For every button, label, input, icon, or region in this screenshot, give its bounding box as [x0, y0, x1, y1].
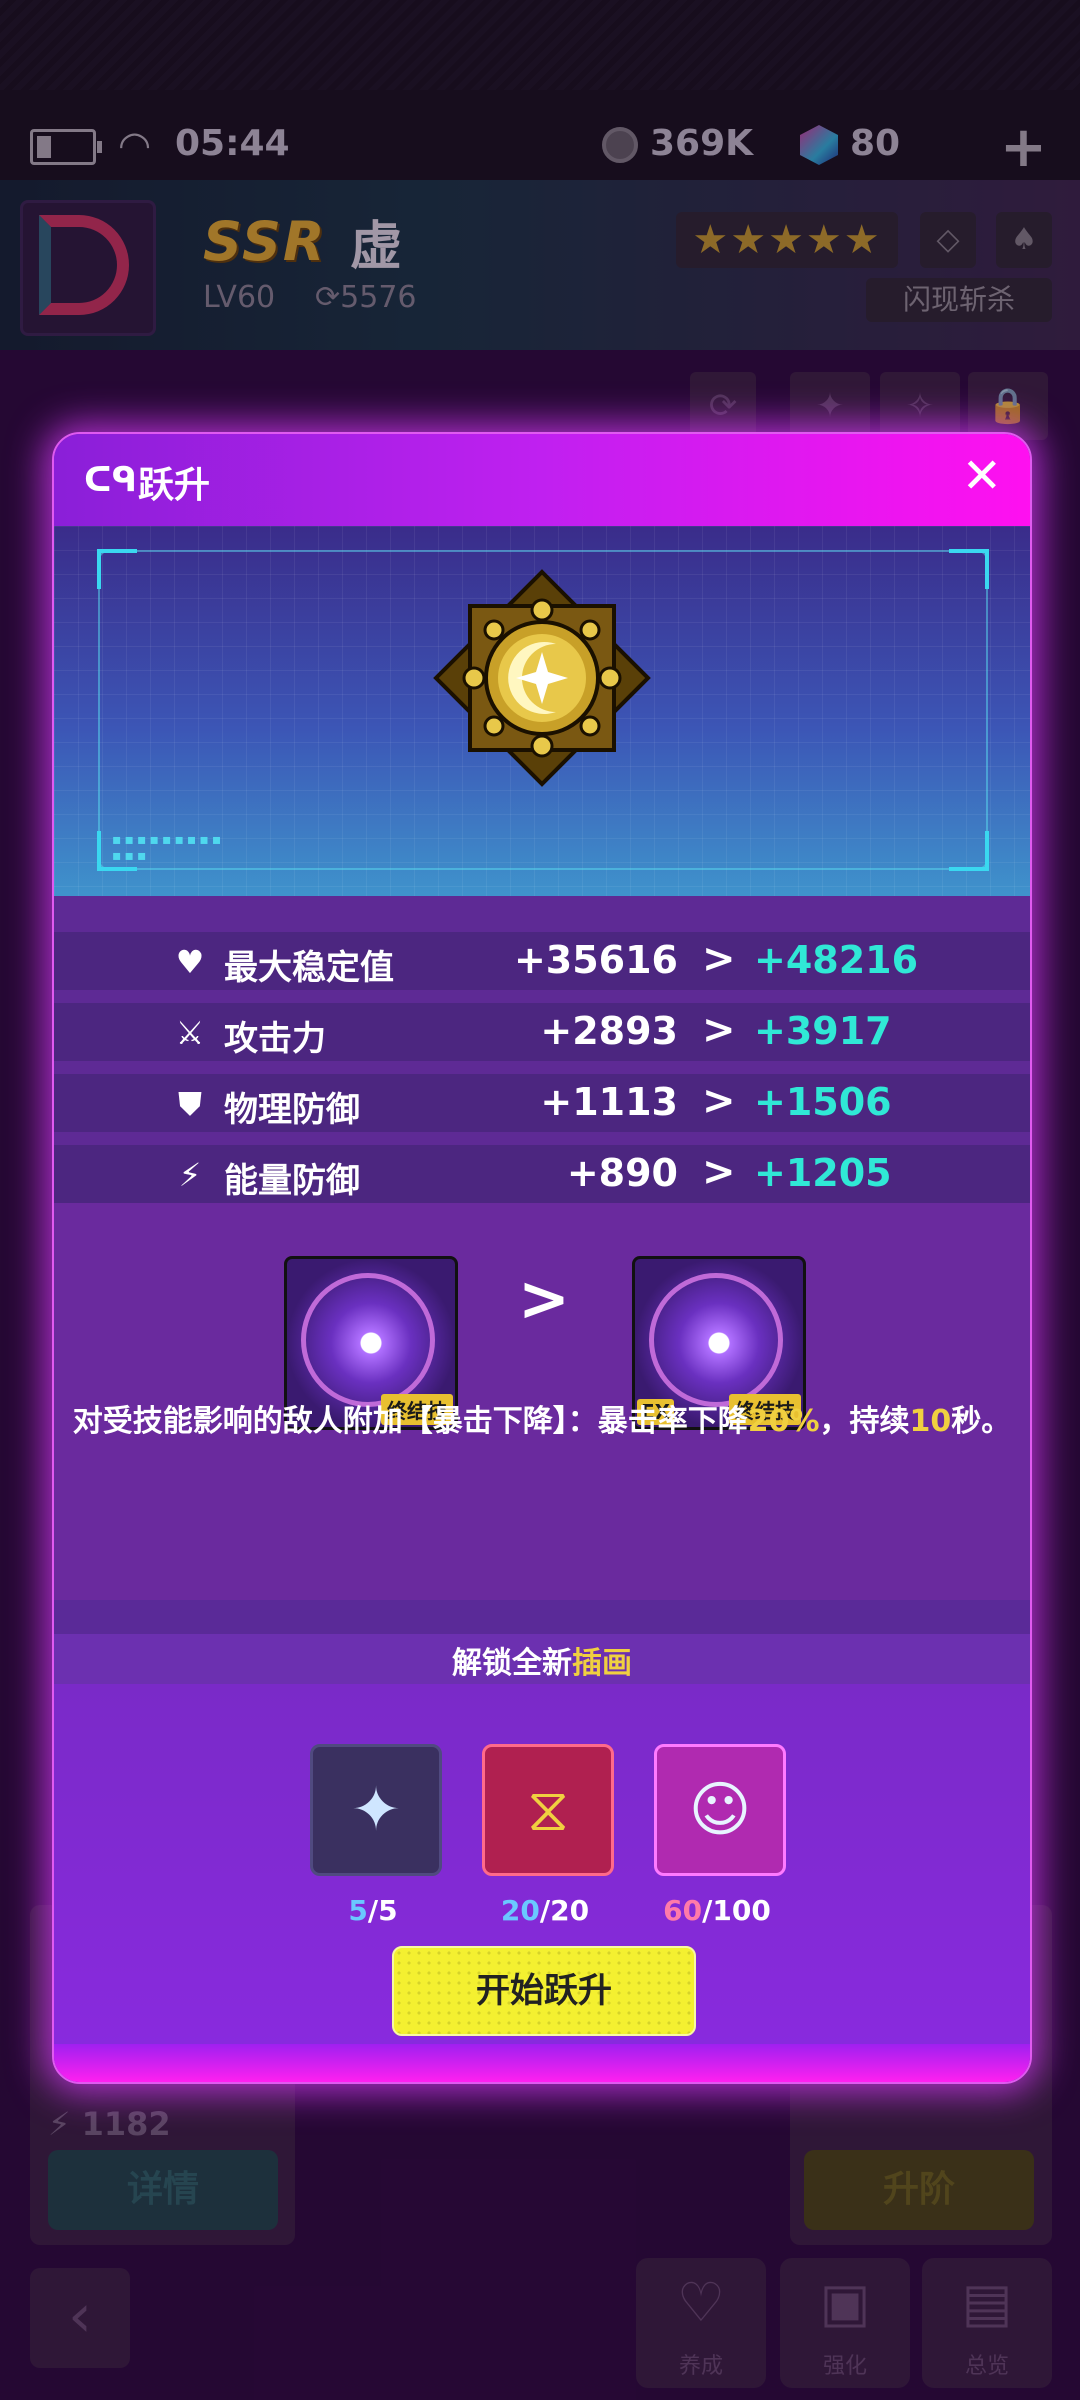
count-need: /100 — [702, 1894, 771, 1927]
crystal-core-icon: ⧖ — [526, 1775, 570, 1845]
skill-ring — [301, 1273, 435, 1407]
stat-new-value: +48216 — [754, 938, 919, 982]
modal-bottom-glow — [54, 2044, 1030, 2082]
unlock-prefix: 解锁全新 — [452, 1646, 572, 1681]
count-have: 20 — [500, 1894, 540, 1927]
material-count-1: 5/5 — [283, 1894, 463, 1927]
desc-text: 秒。 — [951, 1404, 1012, 1439]
count-need: /5 — [367, 1894, 398, 1927]
stat-old-value: +2893 — [540, 1009, 678, 1053]
stat-name: 能量防御 — [224, 1161, 360, 1201]
frame-corner — [97, 549, 137, 589]
portrait-chip-icon: ☺ — [688, 1775, 752, 1845]
sparkle-stone-icon: ✦ — [350, 1775, 402, 1845]
material-crystal-core[interactable]: ⧖ — [482, 1744, 614, 1876]
stat-new-value: +3917 — [754, 1009, 892, 1053]
shield-bolt-icon: ⚡ — [178, 1156, 202, 1194]
modal-title: 跃升 — [138, 465, 211, 506]
stat-arrow-icon: > — [702, 1007, 736, 1053]
material-sparkle-stone[interactable]: ✦ — [310, 1744, 442, 1876]
stat-new-value: +1205 — [754, 1151, 892, 1195]
heart-pulse-icon: ♥ — [175, 943, 205, 981]
unlock-highlight: 插画 — [572, 1646, 632, 1681]
sword-icon: ⚔ — [175, 1014, 205, 1052]
material-count-2: 20/20 — [455, 1894, 635, 1927]
stat-row-stability: ♥ 最大稳定值 +35616 > +48216 — [54, 932, 1030, 990]
ascension-emblem-icon — [433, 569, 651, 787]
stat-comparison: ♥ 最大稳定值 +35616 > +48216 ⚔ 攻击力 +2893 > +3… — [54, 896, 1030, 1203]
modal-header: ᑕᑫ 跃升 ✕ — [54, 434, 1030, 526]
stat-row-energy-def: ⚡ 能量防御 +890 > +1205 — [54, 1145, 1030, 1203]
start-ascend-button[interactable]: 开始跃升 — [392, 1946, 696, 2036]
ascend-modal: ᑕᑫ 跃升 ✕ ▪▪▪▪▪▪▪▪▪ ▪▪▪ ♥ 最大稳定值 +35616 > +… — [52, 432, 1032, 2084]
skill-ring — [649, 1273, 783, 1407]
unlock-illustration-text: 解锁全新插画 — [54, 1638, 1030, 1682]
stat-row-attack: ⚔ 攻击力 +2893 > +3917 — [54, 1003, 1030, 1061]
count-need: /20 — [539, 1894, 590, 1927]
stat-old-value: +890 — [566, 1151, 678, 1195]
skill-arrow-icon: > — [518, 1262, 570, 1335]
emblem-banner: ▪▪▪▪▪▪▪▪▪ ▪▪▪ — [54, 526, 1030, 896]
stat-name: 最大稳定值 — [224, 948, 394, 988]
stat-old-value: +35616 — [513, 938, 678, 982]
frame-corner — [949, 549, 989, 589]
stat-arrow-icon: > — [702, 936, 736, 982]
stat-row-phys-def: ⛊ 物理防御 +1113 > +1506 — [54, 1074, 1030, 1132]
count-have: 60 — [663, 1894, 703, 1927]
desc-text: 对受技能影响的敌人附加【暴击下降】：暴击率下降 — [72, 1404, 748, 1439]
stat-new-value: +1506 — [754, 1080, 892, 1124]
desc-highlight: 10 — [909, 1404, 952, 1439]
stat-name: 物理防御 — [224, 1090, 360, 1130]
desc-highlight: 20% — [747, 1404, 820, 1439]
ascend-icon: ᑕᑫ — [84, 460, 137, 500]
stat-arrow-icon: > — [702, 1078, 736, 1124]
material-count-3: 60/100 — [627, 1894, 807, 1927]
stat-old-value: +1113 — [540, 1080, 678, 1124]
stat-name: 攻击力 — [224, 1019, 326, 1059]
frame-corner — [949, 831, 989, 871]
stat-arrow-icon: > — [702, 1149, 736, 1195]
close-button[interactable]: ✕ — [962, 448, 1002, 504]
desc-text: ，持续 — [819, 1404, 910, 1439]
material-portrait-chip[interactable]: ☺ — [654, 1744, 786, 1876]
progress-dots: ▪▪▪▪▪▪▪▪▪ ▪▪▪ — [112, 832, 225, 864]
skill-description: 对受技能影响的敌人附加【暴击下降】：暴击率下降20%，持续10秒。 — [54, 1396, 1030, 1440]
shield-exclaim-icon: ⛊ — [177, 1085, 202, 1123]
count-have: 5 — [348, 1894, 368, 1927]
